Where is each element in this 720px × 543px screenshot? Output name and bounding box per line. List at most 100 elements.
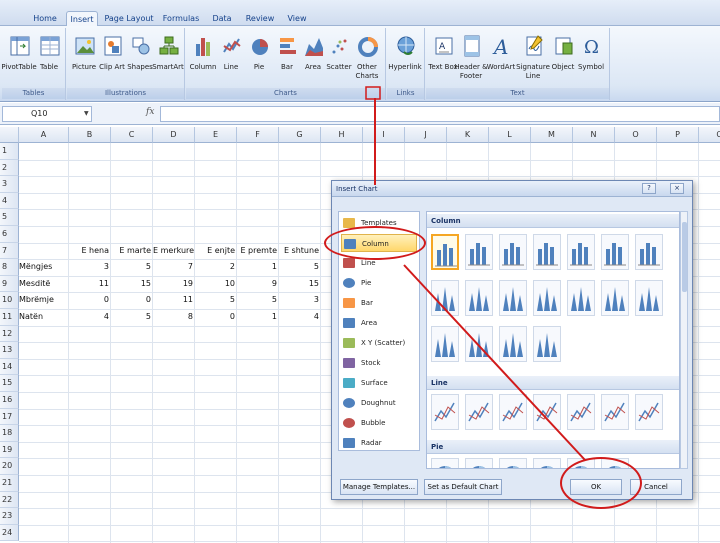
tab-home[interactable]: Home: [28, 11, 62, 26]
row-header-19[interactable]: 19: [0, 441, 19, 459]
chart-subtype-cone[interactable]: [601, 280, 629, 316]
cell[interactable]: 5: [111, 259, 153, 275]
cell[interactable]: 5: [279, 259, 321, 275]
row-header-18[interactable]: 18: [0, 425, 19, 442]
row-header-6[interactable]: 6: [0, 226, 19, 243]
row-header-4[interactable]: 4: [0, 192, 19, 210]
cell[interactable]: Mëngjes: [19, 259, 69, 275]
name-box[interactable]: Q10: [2, 106, 92, 122]
cell[interactable]: 1: [237, 259, 279, 275]
row-header-11[interactable]: 11: [0, 309, 19, 326]
row-header-13[interactable]: 13: [0, 342, 19, 359]
tab-formulas[interactable]: Formulas: [160, 11, 202, 26]
chart-subtype-column[interactable]: [465, 234, 493, 270]
chart-subtype-column[interactable]: [567, 234, 595, 270]
cell[interactable]: 5: [237, 292, 279, 308]
manage-templates-button[interactable]: Manage Templates...: [340, 479, 418, 495]
tab-data[interactable]: Data: [208, 11, 236, 26]
chart-subtype-pie[interactable]: [465, 458, 493, 468]
cell[interactable]: 0: [69, 292, 111, 308]
name-box-dropdown-icon[interactable]: ▼: [84, 110, 89, 117]
column-header-o[interactable]: O: [615, 127, 657, 143]
chart-type-pie[interactable]: Pie: [341, 274, 417, 292]
smartart-button[interactable]: SmartArt: [152, 32, 184, 86]
column-header-b[interactable]: B: [69, 127, 111, 143]
clipart-button[interactable]: Clip Art: [97, 32, 127, 86]
column-header-a[interactable]: A: [19, 127, 69, 143]
chart-subtype-line[interactable]: [499, 394, 527, 430]
cell[interactable]: Mbrëmje: [19, 292, 69, 308]
set-default-chart-button[interactable]: Set as Default Chart: [424, 479, 502, 495]
cell[interactable]: 3: [279, 292, 321, 308]
column-header-h[interactable]: H: [321, 127, 363, 143]
cell[interactable]: Mesditë: [19, 276, 69, 292]
column-header-f[interactable]: F: [237, 127, 279, 143]
row-header-24[interactable]: 24: [0, 524, 19, 542]
chart-subtype-line[interactable]: [601, 394, 629, 430]
dialog-help-button[interactable]: ?: [642, 183, 656, 194]
cell[interactable]: E shtune: [279, 243, 321, 259]
chart-type-doughnut[interactable]: Doughnut: [341, 394, 417, 412]
column-header-m[interactable]: M: [531, 127, 573, 143]
other-charts-button[interactable]: Other Charts: [352, 32, 382, 86]
chart-type-bar[interactable]: Bar: [341, 294, 417, 312]
row-header-8[interactable]: 8: [0, 259, 19, 276]
gallery-scroll-thumb[interactable]: [682, 222, 687, 292]
select-all-corner[interactable]: [0, 127, 19, 143]
chart-subtype-column[interactable]: [431, 234, 459, 270]
chart-subtype-cone[interactable]: [533, 326, 561, 362]
chart-type-radar[interactable]: Radar: [341, 434, 417, 452]
chart-type-surface[interactable]: Surface: [341, 374, 417, 392]
picture-button[interactable]: Picture: [69, 32, 99, 86]
column-header-c[interactable]: C: [111, 127, 153, 143]
chart-subtype-line[interactable]: [567, 394, 595, 430]
column-header-q[interactable]: Q: [699, 127, 720, 143]
dialog-close-button[interactable]: ×: [670, 183, 684, 194]
cell[interactable]: 15: [279, 276, 321, 292]
row-header-9[interactable]: 9: [0, 275, 19, 293]
column-chart-button[interactable]: Column: [188, 32, 218, 86]
symbol-button[interactable]: Ω Symbol: [576, 32, 606, 86]
object-button[interactable]: Object: [548, 32, 578, 86]
cell[interactable]: E enjte: [195, 243, 237, 259]
pie-chart-button[interactable]: Pie: [244, 32, 274, 86]
table-button[interactable]: Table: [34, 32, 64, 86]
formula-input[interactable]: [160, 106, 720, 122]
cell[interactable]: 15: [111, 276, 153, 292]
fx-icon[interactable]: fx: [146, 107, 154, 117]
pivottable-button[interactable]: PivotTable: [1, 32, 37, 86]
cell[interactable]: 19: [153, 276, 195, 292]
chart-subtype-cone[interactable]: [431, 326, 459, 362]
cell[interactable]: 4: [279, 309, 321, 325]
cell[interactable]: 1: [237, 309, 279, 325]
cell[interactable]: 11: [153, 292, 195, 308]
chart-subtype-pie[interactable]: [431, 458, 459, 468]
chart-type-stock[interactable]: Stock: [341, 354, 417, 372]
chart-subtype-line[interactable]: [431, 394, 459, 430]
cell[interactable]: 9: [237, 276, 279, 292]
cell[interactable]: 5: [195, 292, 237, 308]
column-header-k[interactable]: K: [447, 127, 489, 143]
row-header-5[interactable]: 5: [0, 209, 19, 226]
chart-subtype-column[interactable]: [635, 234, 663, 270]
cell[interactable]: E hena: [69, 243, 111, 259]
chart-subtype-line[interactable]: [635, 394, 663, 430]
row-header-15[interactable]: 15: [0, 375, 19, 392]
chart-type-bubble[interactable]: Bubble: [341, 414, 417, 432]
cell[interactable]: 3: [69, 259, 111, 275]
tab-review[interactable]: Review: [242, 11, 278, 26]
chart-type-x-y-scatter[interactable]: X Y (Scatter): [341, 334, 417, 352]
row-header-22[interactable]: 22: [0, 491, 19, 509]
chart-subtype-line[interactable]: [465, 394, 493, 430]
chart-subtype-line[interactable]: [533, 394, 561, 430]
signature-line-button[interactable]: Signature Line: [516, 32, 550, 86]
column-header-n[interactable]: N: [573, 127, 615, 143]
row-header-3[interactable]: 3: [0, 176, 19, 193]
header-footer-button[interactable]: Header & Footer: [454, 32, 488, 86]
chart-subtype-column[interactable]: [533, 234, 561, 270]
tab-page-layout[interactable]: Page Layout: [104, 11, 154, 26]
wordart-button[interactable]: A WordArt: [486, 32, 516, 86]
row-header-23[interactable]: 23: [0, 508, 19, 525]
cell[interactable]: 4: [69, 309, 111, 325]
cell[interactable]: 0: [111, 292, 153, 308]
